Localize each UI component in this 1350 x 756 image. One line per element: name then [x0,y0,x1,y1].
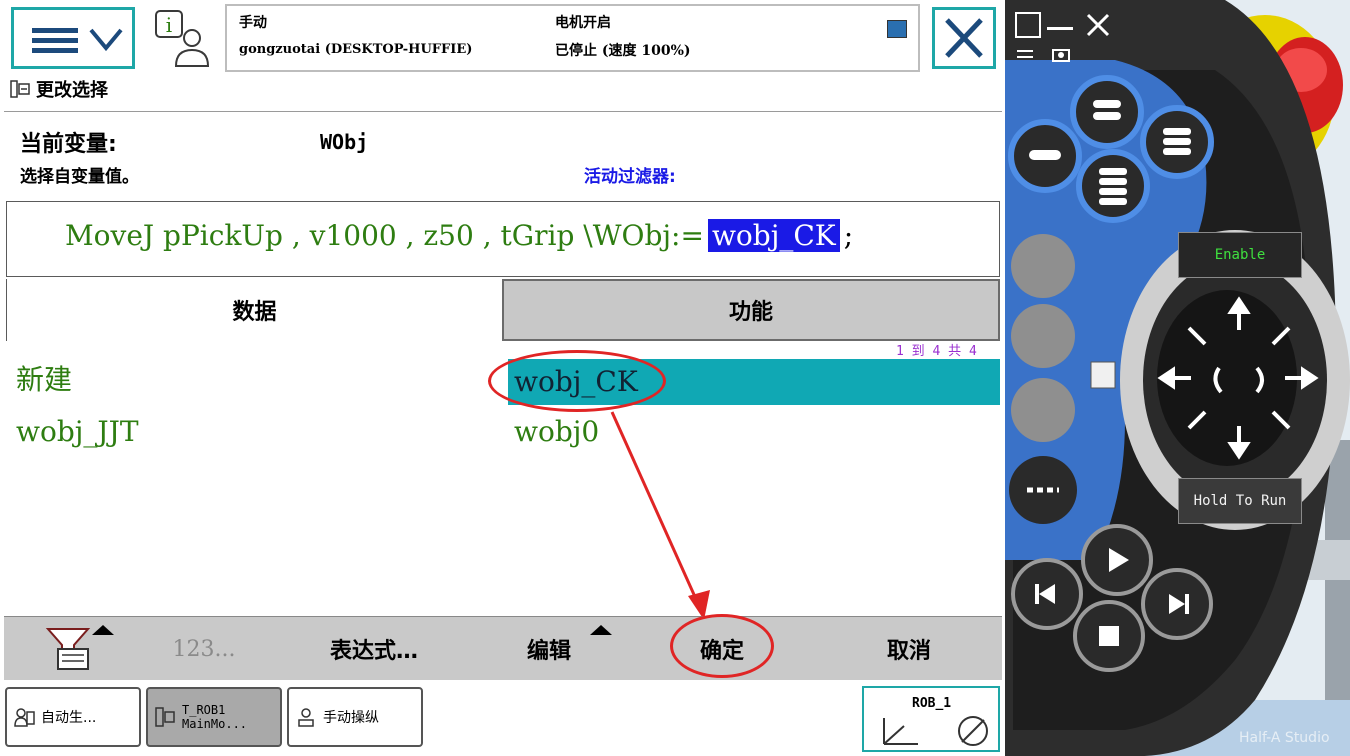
controller-name: gongzuotai (DESKTOP-HUFFIE) [239,42,473,57]
numpad-button: 123... [172,636,236,662]
list-item-wobj-ck[interactable]: wobj_CK [508,359,1000,405]
bottom-command-bar: 123... 表达式… 编辑 确定 取消 [4,616,1002,680]
instruction-editor: MoveJ pPickUp , v1000 , z50 , tGrip \WOb… [6,201,1000,277]
instruction-end: ; [843,219,854,252]
task-auto-production[interactable]: 自动生... [5,687,141,747]
restore-window-button[interactable] [1015,12,1041,38]
divider [4,111,1002,112]
motor-state: 电机开启 [555,15,611,31]
task-program-editor[interactable]: T_ROB1 MainMo... [146,687,282,747]
filter-up-arrow-icon [92,625,114,635]
expression-button[interactable]: 表达式… [304,617,444,681]
camera-icon[interactable] [1051,46,1071,62]
change-selection-icon [10,80,30,98]
swap-icon[interactable] [1015,46,1035,62]
task-auto-label: 自动生... [41,710,97,726]
enable-button[interactable]: Enable [1178,232,1302,278]
close-button[interactable] [932,7,996,69]
jog-icon [298,708,314,727]
annotation-arrow [610,411,710,620]
page-title: 更改选择 [10,78,108,101]
quickset-button[interactable]: ROB_1 [862,686,1000,752]
select-hint: 选择自变量值。 [20,167,139,187]
task-jog-label: 手动操纵 [323,710,379,726]
run-state: 已停止 (速度 100%) [555,43,691,59]
main-menu-button[interactable] [11,7,135,69]
task-line-2: MainMo... [182,717,248,731]
selected-argument[interactable]: wobj_CK [707,219,840,252]
close-pendant-icon[interactable] [1085,12,1111,38]
tab-function-label: 功能 [728,300,773,325]
instruction-text: MoveJ pPickUp , v1000 , z50 , tGrip \WOb… [65,219,704,252]
list-item-wobj0[interactable]: wobj0 [514,409,994,455]
auto-icon [14,708,35,727]
coordinate-axes-icon [883,718,918,745]
operator-window-icon[interactable]: i [152,8,216,70]
cancel-button[interactable]: 取消 [854,617,964,681]
close-icon [945,18,983,58]
rob-label: ROB_1 [912,696,952,711]
flexpendant-screen: i 手动 gongzuotai (DESKTOP-HUFFIE) 电机开启 已停… [0,0,1005,756]
active-filter-label[interactable]: 活动过滤器: [584,162,676,187]
status-bar: 手动 gongzuotai (DESKTOP-HUFFIE) 电机开启 已停止 … [225,4,920,72]
chevron-down-icon [89,28,123,52]
svg-text:i: i [166,13,172,37]
taskbar: 自动生... T_ROB1 MainMo... 手动操纵 ROB_1 [0,682,1005,756]
task-line-1: T_ROB1 [182,703,226,717]
event-log-icon[interactable] [887,20,907,38]
hold-to-run-button[interactable]: Hold To Run [1178,478,1302,524]
tab-data-label: 数据 [232,300,277,325]
ok-button[interactable]: 确定 [672,617,772,681]
tab-data[interactable]: 数据 [6,279,502,341]
pendant-body [1005,0,1350,756]
program-icon [155,707,175,727]
pager-text: 1 到 4 共 4 [896,344,977,359]
mode-text: 手动 [239,15,267,31]
current-variable-value: WObj [320,130,369,154]
edit-up-arrow-icon [590,625,612,635]
increment-off-icon [958,716,988,746]
list-item-new[interactable]: 新建 [16,357,496,403]
list-item-wobj-jjt[interactable]: wobj_JJT [16,409,496,455]
tab-function[interactable]: 功能 [502,279,1000,341]
virtual-pendant: Enable Hold To Run Half-A Studio [1005,0,1350,756]
edit-button[interactable]: 编辑 [504,617,594,681]
hamburger-icon [32,28,78,54]
watermark-text: Half-A Studio [1239,730,1330,746]
current-variable-label: 当前变量: [20,132,117,157]
page-title-text: 更改选择 [36,80,108,101]
funnel-icon [45,628,91,670]
minimize-window-button[interactable] [1047,12,1073,30]
task-jogging[interactable]: 手动操纵 [287,687,423,747]
filter-button[interactable] [40,617,100,681]
